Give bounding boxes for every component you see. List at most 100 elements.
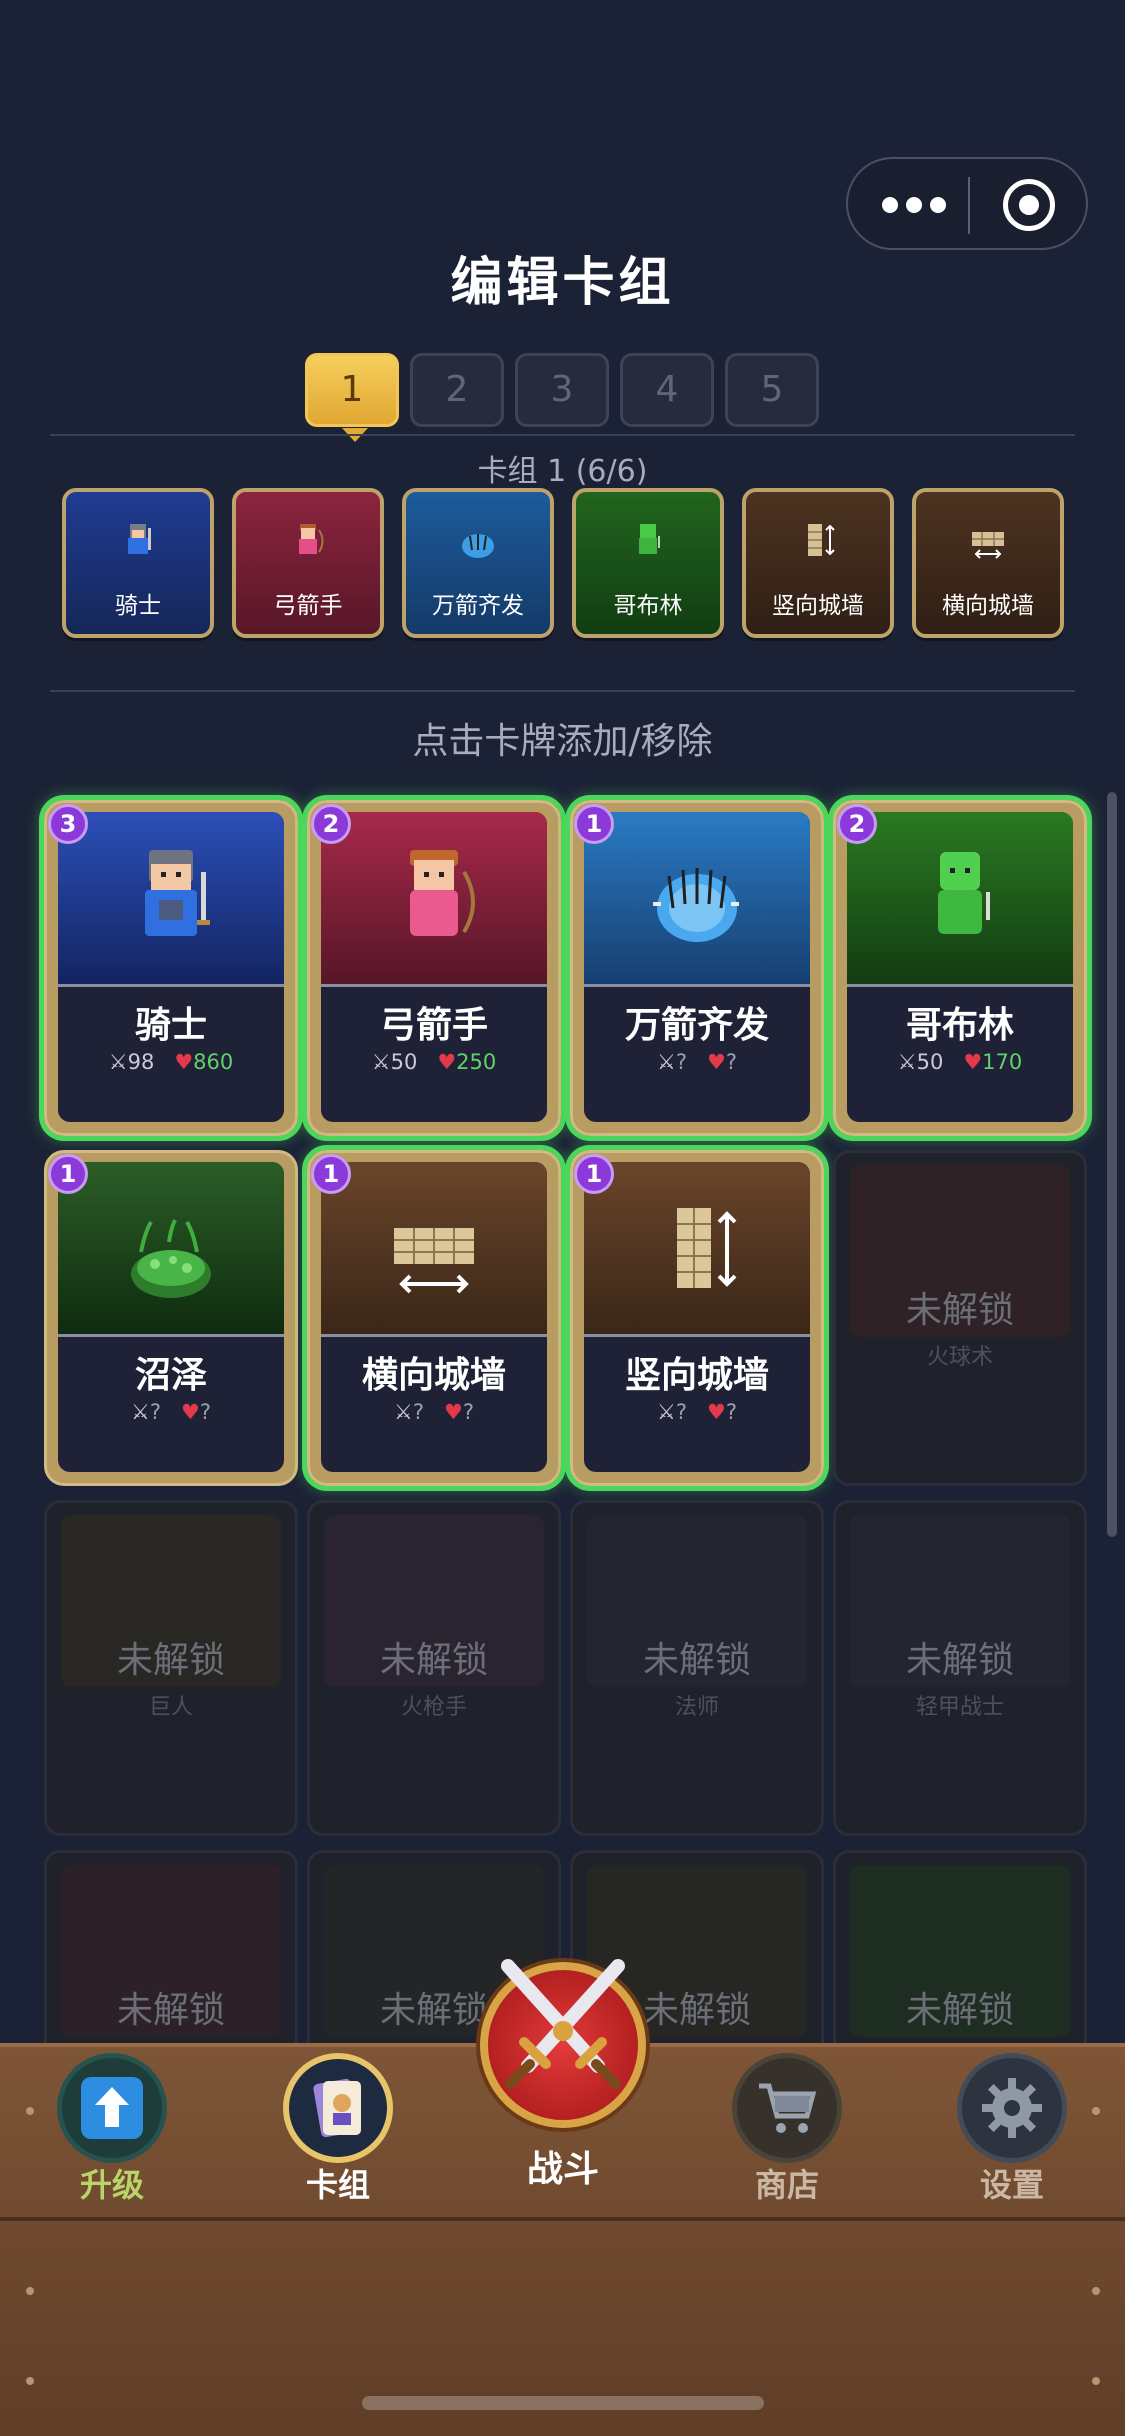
- mini-program-capsule: [846, 157, 1088, 250]
- gear-icon: [982, 2078, 1042, 2138]
- count-badge: 2: [837, 804, 877, 844]
- attack-stat: ⚔50: [371, 1050, 418, 1074]
- vertical-wall-icon: [808, 524, 835, 556]
- deck-slot-knight[interactable]: 骑士: [62, 488, 214, 638]
- arrow-rain-icon: [462, 534, 494, 558]
- card-name: 竖向城墙: [624, 1355, 769, 1396]
- attack-stat: ⚔?: [394, 1400, 424, 1424]
- deck-tab-4[interactable]: 4: [620, 353, 714, 427]
- attack-stat: ⚔50: [897, 1050, 944, 1074]
- card-name: 弓箭手: [379, 1005, 488, 1046]
- attack-stat: ⚔?: [657, 1400, 687, 1424]
- archer-icon: [410, 850, 475, 936]
- count-badge: 2: [311, 804, 351, 844]
- locked-label: 未解锁: [905, 1990, 1014, 2031]
- card-horizontal-wall[interactable]: 横向城墙 ⚔? ♥? 1: [307, 1150, 561, 1486]
- locked-label: 未解锁: [642, 1640, 751, 1681]
- locked-card-name: 轻甲战士: [915, 1695, 1004, 1720]
- scrollbar[interactable]: [1107, 792, 1117, 1537]
- divider: [50, 690, 1075, 692]
- plank-divider: [0, 2217, 1125, 2221]
- health-stat: ♥170: [963, 1050, 1023, 1074]
- nav-settings-label[interactable]: 设置: [932, 2160, 1092, 2206]
- card-name: 万箭齐发: [624, 1005, 769, 1046]
- nav-battle-button[interactable]: [480, 1959, 646, 2128]
- card-stats: ⚔50 ♥170: [847, 1050, 1073, 1074]
- card-vertical-wall[interactable]: 竖向城墙 ⚔? ♥? 1: [570, 1150, 824, 1486]
- nav-battle-label[interactable]: 战斗: [483, 2140, 643, 2192]
- locked-card-light-warrior[interactable]: 未解锁 轻甲战士: [833, 1500, 1087, 1836]
- card-stats: ⚔50 ♥250: [321, 1050, 547, 1074]
- card-name: 骑士: [134, 1005, 207, 1046]
- card-archer[interactable]: 弓箭手 ⚔50 ♥250 2: [307, 800, 561, 1136]
- locked-card-giant[interactable]: 未解锁 巨人: [44, 1500, 298, 1836]
- deck-slot-label: 哥布林: [613, 593, 683, 619]
- card-name: 哥布林: [905, 1005, 1014, 1046]
- locked-card-musketeer[interactable]: 未解锁 火枪手: [307, 1500, 561, 1836]
- count-badge: 1: [574, 804, 614, 844]
- health-stat: ♥?: [181, 1400, 211, 1424]
- vertical-wall-icon: [677, 1208, 737, 1288]
- locked-label: 未解锁: [116, 1640, 225, 1681]
- deck-cards-icon: [313, 2078, 361, 2138]
- count-badge: 1: [574, 1154, 614, 1194]
- home-indicator: [362, 2396, 764, 2410]
- nav-settings-button[interactable]: [957, 2053, 1067, 2163]
- locked-card-name: 火球术: [926, 1345, 993, 1370]
- deck-tab-5[interactable]: 5: [725, 353, 819, 427]
- deck-slot-horizontal-wall[interactable]: 横向城墙: [912, 488, 1064, 638]
- locked-label: 未解锁: [905, 1290, 1014, 1331]
- health-stat: ♥?: [707, 1050, 737, 1074]
- deck-slot-label: 竖向城墙: [772, 593, 864, 619]
- deck-tab-2[interactable]: 2: [410, 353, 504, 427]
- deck-slot-arrows[interactable]: 万箭齐发: [402, 488, 554, 638]
- card-stats: ⚔? ♥?: [584, 1400, 810, 1424]
- capsule-divider: [968, 177, 970, 234]
- close-target-icon[interactable]: [1003, 179, 1055, 231]
- more-icon[interactable]: [882, 187, 972, 223]
- card-arrow-rain[interactable]: 万箭齐发 ⚔? ♥? 1: [570, 800, 824, 1136]
- deck-tab-1[interactable]: 1: [305, 353, 399, 442]
- nav-upgrade-label[interactable]: 升级: [32, 2160, 192, 2206]
- archer-icon: [299, 524, 324, 554]
- health-stat: ♥250: [437, 1050, 497, 1074]
- horizontal-wall-icon: [394, 1228, 474, 1294]
- deck-slot-archer[interactable]: 弓箭手: [232, 488, 384, 638]
- nav-shop-button[interactable]: [732, 2053, 842, 2163]
- locked-card-name: 巨人: [148, 1695, 193, 1720]
- attack-stat: ⚔?: [131, 1400, 161, 1424]
- hint-text: 点击卡牌添加/移除: [412, 721, 713, 762]
- card-name: 横向城墙: [361, 1355, 506, 1396]
- deck-slot-label: 骑士: [115, 593, 161, 619]
- nav-deck-button[interactable]: [283, 2053, 393, 2163]
- health-stat: ♥860: [174, 1050, 234, 1074]
- deck-slot-label: 横向城墙: [942, 593, 1034, 619]
- locked-label: 未解锁: [905, 1640, 1014, 1681]
- deck-tab-3[interactable]: 3: [515, 353, 609, 427]
- shopping-cart-icon: [759, 2083, 817, 2133]
- card-goblin[interactable]: 哥布林 ⚔50 ♥170 2: [833, 800, 1087, 1136]
- attack-stat: ⚔?: [657, 1050, 687, 1074]
- health-stat: ♥?: [444, 1400, 474, 1424]
- nav-shop-label[interactable]: 商店: [707, 2160, 867, 2206]
- locked-card-name: 法师: [674, 1695, 719, 1720]
- card-stats: ⚔? ♥?: [321, 1400, 547, 1424]
- deck-label: 卡组 1 (6/6): [477, 454, 648, 489]
- nav-deck-label[interactable]: 卡组: [258, 2160, 418, 2206]
- card-name: 沼泽: [134, 1355, 207, 1396]
- locked-card-mage[interactable]: 未解锁 法师: [570, 1500, 824, 1836]
- arrow-rain-icon: [653, 868, 739, 942]
- count-badge: 1: [48, 1154, 88, 1194]
- nav-upgrade-button[interactable]: [57, 2053, 167, 2163]
- swamp-icon: [131, 1219, 211, 1298]
- deck-slot-goblin[interactable]: 哥布林: [572, 488, 724, 638]
- locked-card-fireball[interactable]: 未解锁 火球术: [833, 1150, 1087, 1486]
- goblin-icon: [639, 524, 660, 554]
- knight-icon: [128, 524, 151, 554]
- count-badge: 1: [311, 1154, 351, 1194]
- locked-label: 未解锁: [116, 1990, 225, 2031]
- deck-slot-vertical-wall[interactable]: 竖向城墙: [742, 488, 894, 638]
- count-badge: 3: [48, 804, 88, 844]
- card-knight[interactable]: 骑士 ⚔98 ♥860 3: [44, 800, 298, 1136]
- card-swamp[interactable]: 沼泽 ⚔? ♥? 1: [44, 1150, 298, 1486]
